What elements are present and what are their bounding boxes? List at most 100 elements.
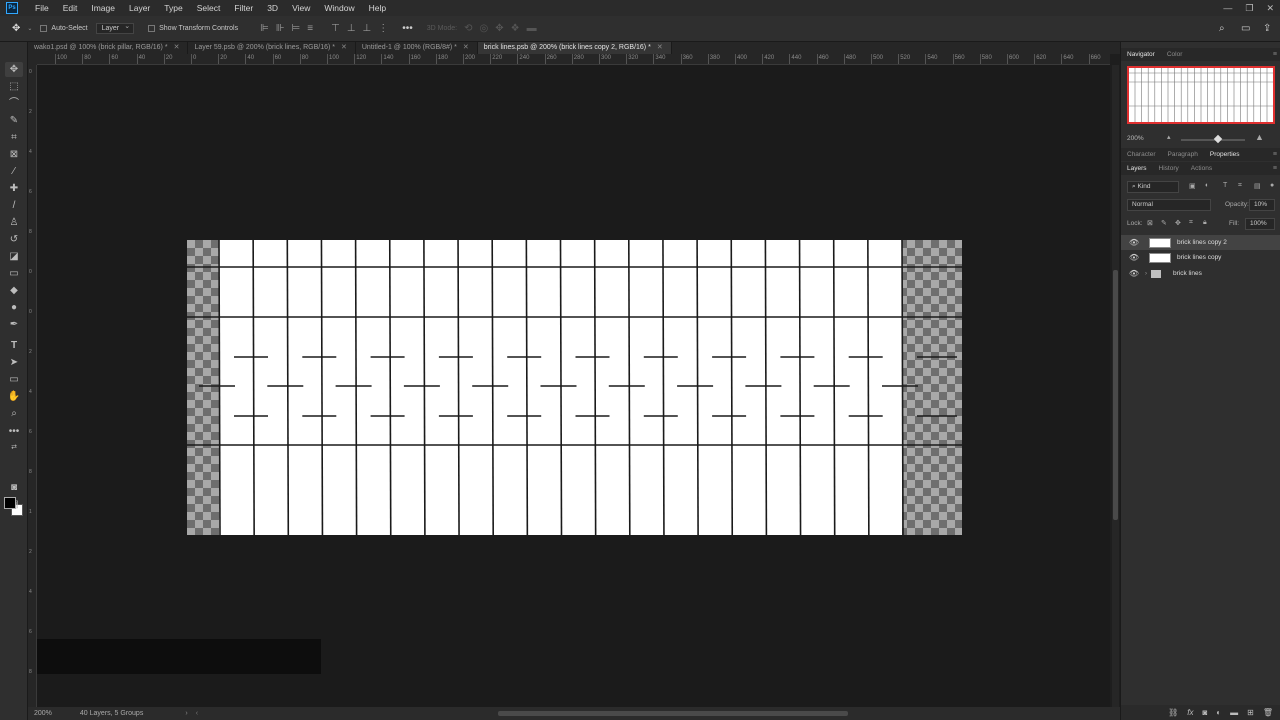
tab-properties[interactable]: Properties [1204,148,1246,161]
tab-color[interactable]: Color [1161,48,1189,61]
close-tab-icon[interactable]: ✕ [341,44,347,51]
tab-paragraph[interactable]: Paragraph [1162,148,1204,161]
align-top-icon[interactable]: ⊤ [331,23,340,34]
tab-character[interactable]: Character [1121,148,1162,161]
show-transform-checkbox[interactable]: Show Transform Controls [148,25,238,32]
dodge-tool-icon[interactable]: ● [5,300,23,315]
menu-help[interactable]: Help [362,0,393,16]
3d-roll-icon[interactable]: ◎ [480,23,489,34]
close-tab-icon[interactable]: ✕ [657,44,663,51]
layer-name[interactable]: brick lines [1173,270,1202,277]
3d-pan-icon[interactable]: ✥ [495,23,503,34]
visibility-eye-icon[interactable]: 👁︎ [1127,269,1141,278]
edit-toolbar-icon[interactable]: ••• [5,424,23,439]
menu-image[interactable]: Image [84,0,122,16]
tab-layers[interactable]: Layers [1121,162,1153,175]
marquee-tool-icon[interactable]: ⬚ [5,79,23,94]
search-icon[interactable]: ⌕ [1219,23,1225,34]
doc-tab-active[interactable]: brick lines.psb @ 200% (brick lines copy… [477,42,672,54]
menu-type[interactable]: Type [157,0,189,16]
hand-tool-icon[interactable]: ✋ [5,389,23,404]
brush-tool-icon[interactable]: / [5,198,23,213]
add-mask-icon[interactable]: ◙ [1202,708,1207,717]
filter-toggle-icon[interactable]: ● [1270,182,1274,189]
menu-file[interactable]: File [28,0,56,16]
lock-all-icon[interactable]: 🔒︎ [1203,219,1207,227]
lock-transparent-icon[interactable]: ⊠ [1147,219,1153,227]
layer-row[interactable]: 👁︎ brick lines copy [1121,250,1280,265]
pen-tool-icon[interactable]: ✒ [5,317,23,332]
gradient-tool-icon[interactable]: ▭ [5,266,23,281]
zoom-tool-icon[interactable]: ⌕ [5,406,23,421]
frame-tool-icon[interactable]: ⊠ [5,147,23,162]
distribute-vertical-icon[interactable]: ⋮ [378,23,388,34]
link-layers-icon[interactable]: ⛓︎ [1168,708,1178,717]
menu-view[interactable]: View [285,0,317,16]
vertical-ruler[interactable]: 0 2 4 6 8 0 0 2 4 6 8 1 2 4 6 8 [28,65,37,707]
doc-tab[interactable]: Untitled-1 @ 100% (RGB/8#) * ✕ [356,42,478,54]
expand-chevron-icon[interactable]: › [1145,271,1147,277]
move-tool-icon[interactable]: ✥ [12,23,20,34]
zoom-level[interactable]: 200% [34,710,52,717]
adjustment-layer-icon[interactable]: ◐ [1216,708,1221,717]
align-hcenter-icon[interactable]: ⊪ [276,23,285,34]
tool-preset-dropdown-icon[interactable]: ⌄ [27,25,32,32]
horizontal-scroll-thumb[interactable] [498,711,848,716]
foreground-color-swatch[interactable] [4,497,16,509]
tab-history[interactable]: History [1153,162,1185,175]
tab-actions[interactable]: Actions [1185,162,1218,175]
auto-select-target-dropdown[interactable]: Layer [95,22,135,34]
restore-icon[interactable]: ❐ [1245,3,1253,14]
crop-tool-icon[interactable]: ⌗ [5,130,23,145]
close-icon[interactable]: ✕ [1266,3,1274,14]
workspace-icon[interactable]: ▭ [1241,23,1250,34]
align-left-icon[interactable]: ⊫ [260,23,269,34]
new-layer-icon[interactable]: ⊞ [1247,708,1254,717]
navigator-zoom-value[interactable]: 200% [1127,135,1144,142]
visibility-eye-icon[interactable]: 👁︎ [1127,238,1141,247]
layer-row[interactable]: 👁︎ brick lines copy 2 [1121,235,1280,250]
align-vcenter-icon[interactable]: ⊥ [347,23,356,34]
layer-filter-kind[interactable]: ⌕ Kind [1127,181,1179,193]
navigator-preview[interactable] [1127,66,1275,124]
panel-menu-icon[interactable]: ≡ [1273,151,1277,158]
filter-pixel-icon[interactable]: ▣ [1189,182,1196,190]
menu-select[interactable]: Select [190,0,228,16]
new-group-icon[interactable]: ▬ [1230,708,1238,717]
scroll-left-icon[interactable]: ‹ [196,710,198,717]
layer-name[interactable]: brick lines copy 2 [1177,239,1227,246]
document-canvas[interactable] [187,240,962,535]
status-menu-icon[interactable]: › [185,710,187,717]
opacity-field[interactable]: 10% [1249,199,1275,211]
doc-tab[interactable]: Layer 59.psb @ 200% (brick lines, RGB/16… [188,42,356,54]
layer-name[interactable]: brick lines copy [1177,254,1221,261]
zoom-out-icon[interactable]: ▴ [1167,133,1171,141]
canvas-workspace[interactable] [37,65,1110,707]
3d-scale-icon[interactable]: ▬ [527,23,537,34]
menu-edit[interactable]: Edit [56,0,85,16]
lock-artboard-icon[interactable]: ⌗ [1189,219,1193,227]
type-tool-icon[interactable]: T [5,338,23,353]
layer-group-row[interactable]: 👁︎ › brick lines [1121,266,1280,281]
history-brush-tool-icon[interactable]: ↺ [5,232,23,247]
delete-layer-icon[interactable]: 🗑︎ [1263,708,1273,717]
navigator-zoom-slider[interactable] [1181,139,1245,141]
align-right-icon[interactable]: ⊨ [292,23,301,34]
vertical-scroll-thumb[interactable] [1113,270,1118,520]
fx-icon[interactable]: fx [1187,708,1193,717]
ruler-origin[interactable] [28,54,37,65]
close-tab-icon[interactable]: ✕ [174,44,180,51]
distribute-icon[interactable]: ≡ [307,23,313,34]
vertical-scrollbar[interactable] [1112,65,1119,707]
filter-shape-icon[interactable]: ⌗ [1238,182,1242,190]
lock-position-icon[interactable]: ✥ [1175,219,1181,227]
auto-select-checkbox[interactable]: Auto-Select [40,25,88,32]
lock-pixels-icon[interactable]: ✎ [1161,219,1167,227]
minimize-icon[interactable]: — [1223,3,1232,13]
filter-smart-object-icon[interactable]: ▤ [1254,182,1261,190]
doc-tab[interactable]: wako1.psd @ 100% (brick pillar, RGB/16) … [28,42,189,54]
more-options-icon[interactable]: ••• [402,23,413,34]
rectangle-tool-icon[interactable]: ▭ [5,372,23,387]
align-bottom-icon[interactable]: ⊥ [363,23,372,34]
move-tool-icon[interactable]: ✥ [5,62,23,77]
